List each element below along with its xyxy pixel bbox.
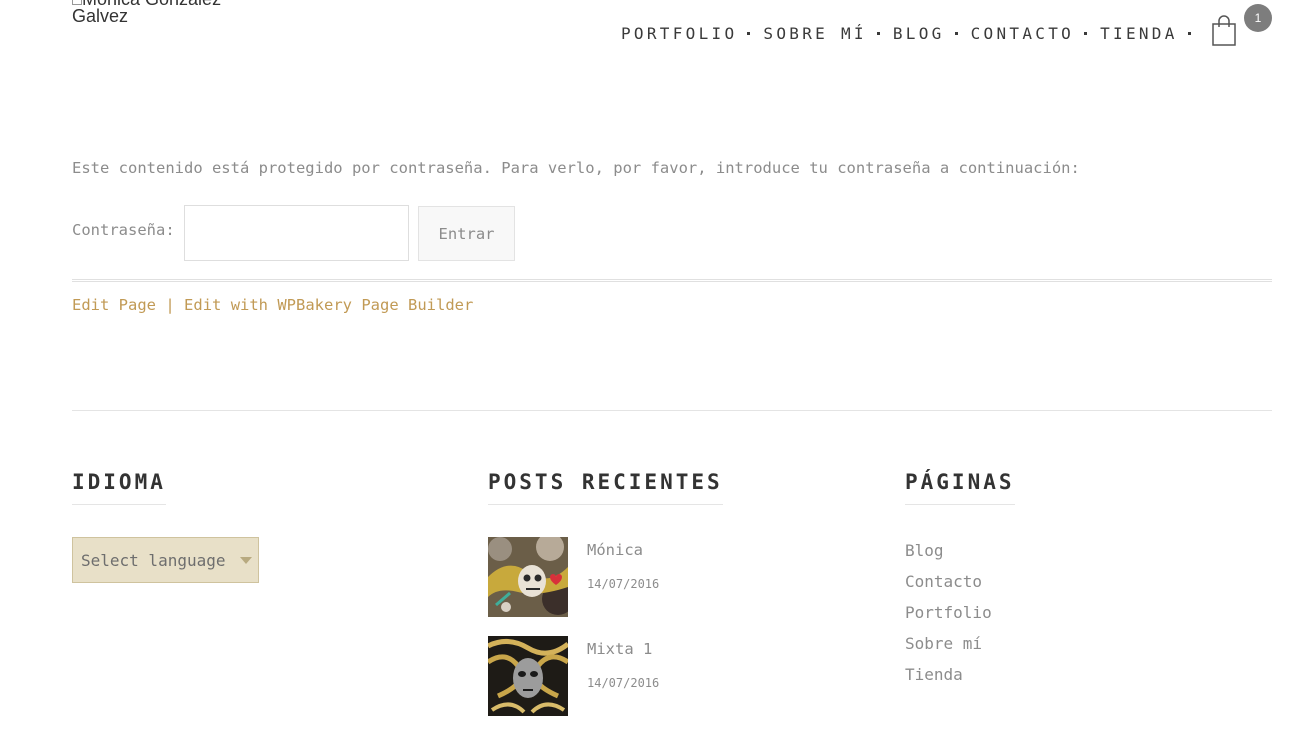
pages-link-contacto[interactable]: Contacto [905, 572, 982, 591]
nav-separator-dot [1187, 31, 1191, 35]
nav-separator-dot [876, 31, 880, 35]
pages-link-portfolio[interactable]: Portfolio [905, 603, 992, 622]
shopping-bag-icon[interactable] [1210, 13, 1238, 47]
nav-tienda[interactable]: TIENDA [1100, 24, 1178, 43]
post-title-monica[interactable]: Mónica [587, 541, 643, 559]
nav-contacto[interactable]: CONTACTO [971, 24, 1074, 43]
post-date: 14/07/2016 [587, 676, 660, 690]
nav-separator-dot [1084, 31, 1088, 35]
edit-with-wpbakery-link[interactable]: Edit with WPBakery Page Builder [184, 296, 473, 314]
broken-image-icon [72, 0, 82, 5]
submit-password-button[interactable]: Entrar [418, 206, 515, 261]
edit-links-separator: | [165, 296, 175, 314]
cart-count-badge: 1 [1244, 4, 1272, 32]
password-label: Contraseña: [72, 221, 175, 239]
main-navigation: PORTFOLIO SOBRE MÍ BLOG CONTACTO TIENDA [621, 22, 1204, 44]
logo-alt-text: Mónica González Galvez [72, 0, 221, 26]
pages-link-blog[interactable]: Blog [905, 541, 944, 560]
content-divider [72, 279, 1272, 282]
nav-portfolio[interactable]: PORTFOLIO [621, 24, 737, 43]
post-date: 14/07/2016 [587, 577, 660, 591]
pages-link-tienda[interactable]: Tienda [905, 665, 963, 684]
pages-link-sobre-mi[interactable]: Sobre mí [905, 634, 982, 653]
nav-blog[interactable]: BLOG [893, 24, 945, 43]
edit-links: Edit Page | Edit with WPBakery Page Buil… [72, 296, 473, 314]
nav-separator-dot [954, 31, 958, 35]
skull-artwork-thumbnail [488, 537, 568, 617]
nav-sobre-mi[interactable]: SOBRE MÍ [763, 24, 866, 43]
footer-divider [72, 410, 1272, 411]
password-field[interactable] [184, 205, 409, 261]
recent-posts-widget-title: POSTS RECIENTES [488, 470, 723, 505]
language-select[interactable]: Select language [72, 537, 259, 583]
post-title-mixta-1[interactable]: Mixta 1 [587, 640, 652, 658]
post-thumbnail-monica[interactable] [488, 537, 568, 617]
site-logo[interactable]: Mónica González Galvez [72, 0, 262, 27]
post-thumbnail-mixta-1[interactable] [488, 636, 568, 716]
edit-page-link[interactable]: Edit Page [72, 296, 156, 314]
mask-artwork-thumbnail [488, 636, 568, 716]
chevron-down-icon [240, 557, 252, 564]
protected-content-message: Este contenido está protegido por contra… [72, 159, 1080, 177]
nav-separator-dot [747, 31, 751, 35]
language-select-value: Select language [81, 550, 226, 570]
pages-widget-title: PÁGINAS [905, 470, 1015, 505]
language-widget-title: IDIOMA [72, 470, 166, 505]
